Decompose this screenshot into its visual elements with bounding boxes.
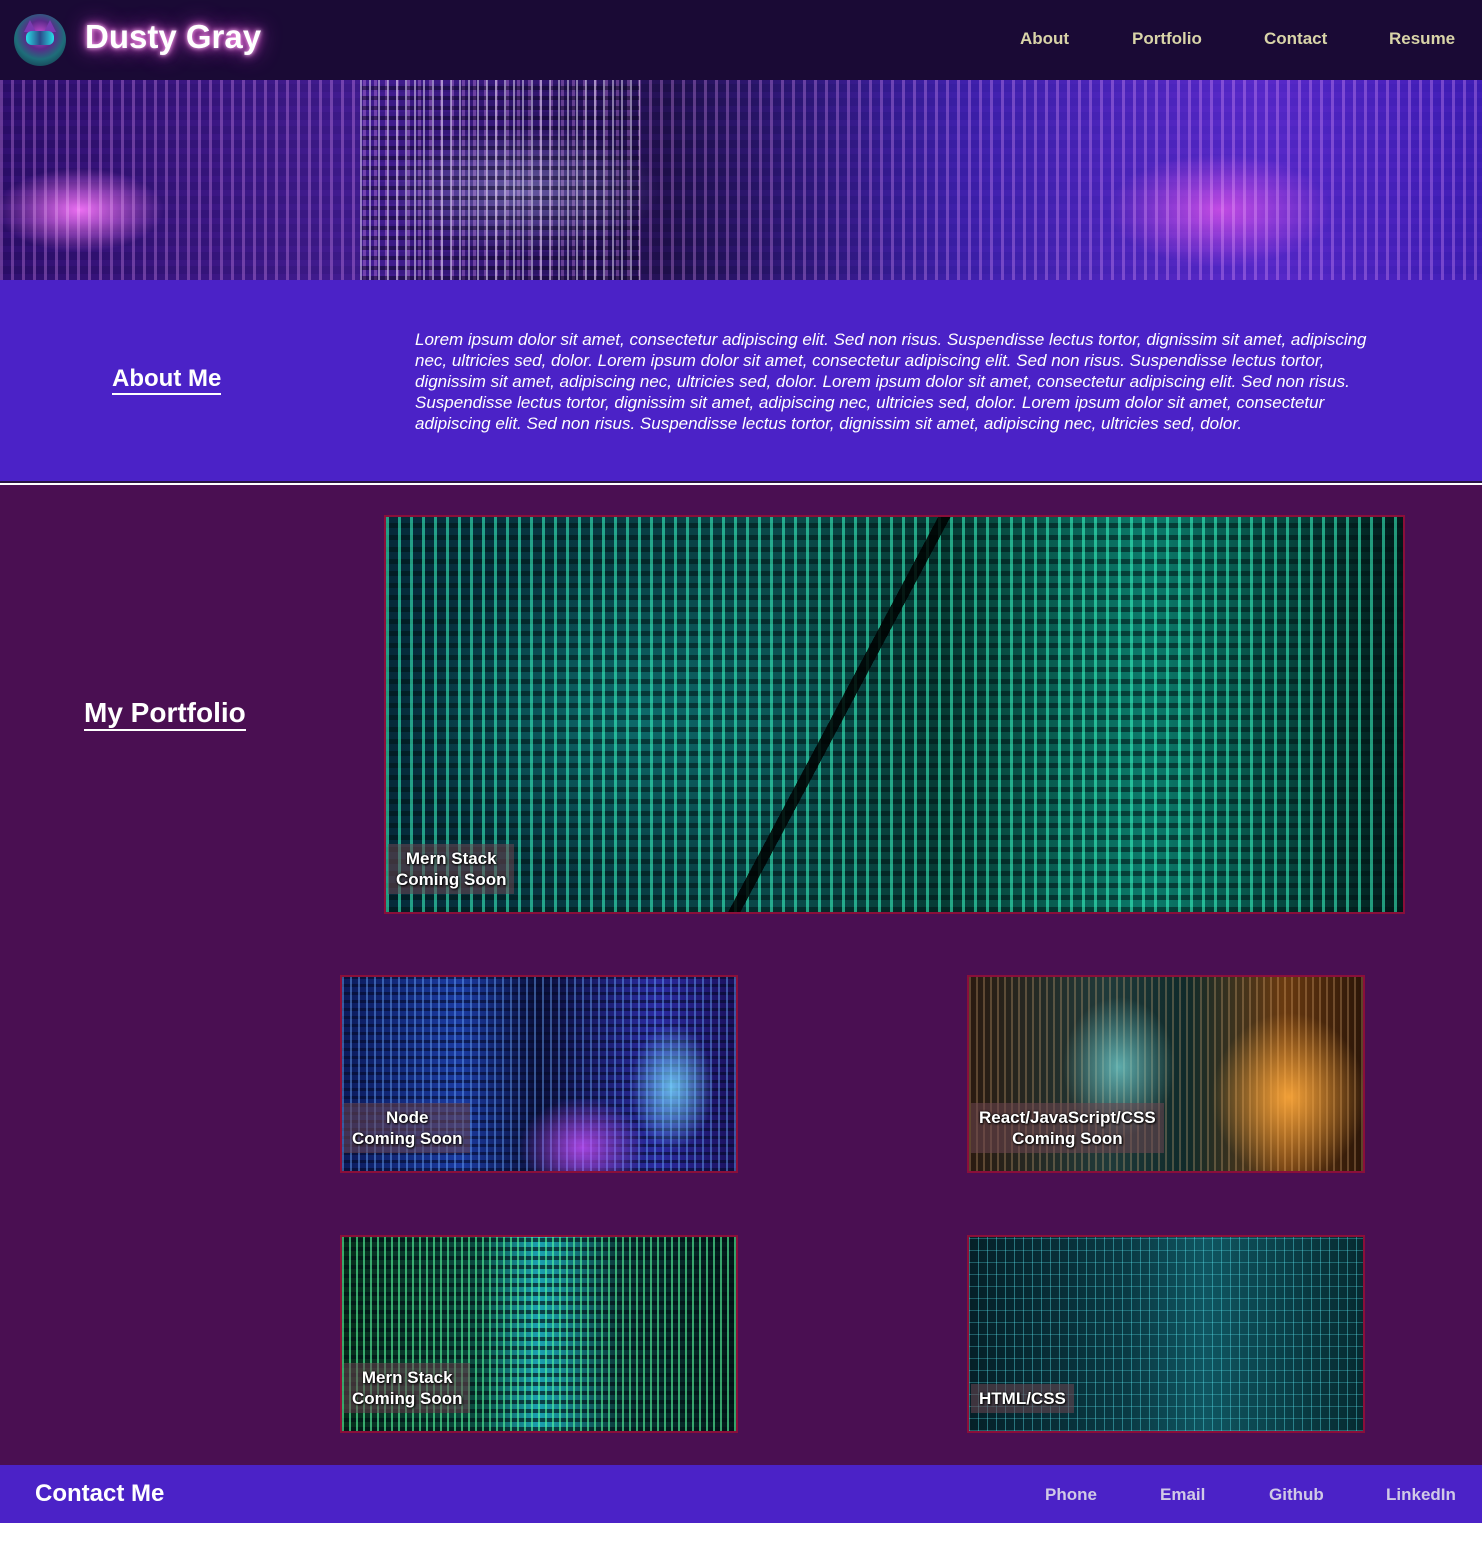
nav-link-about[interactable]: About xyxy=(1020,29,1069,49)
portfolio-heading: My Portfolio xyxy=(84,697,246,731)
project-caption: Node Coming Soon xyxy=(344,1103,471,1153)
footer-link-github[interactable]: Github xyxy=(1269,1485,1324,1505)
project-card[interactable]: Mern Stack Coming Soon xyxy=(340,1235,738,1433)
project-card[interactable]: HTML/CSS xyxy=(967,1235,1365,1433)
portfolio-section: My Portfolio Mern Stack Coming Soon Node… xyxy=(0,485,1482,1465)
project-caption: Mern Stack Coming Soon xyxy=(388,844,515,894)
project-card[interactable]: React/JavaScript/CSS Coming Soon xyxy=(967,975,1365,1173)
footer-link-linkedin[interactable]: LinkedIn xyxy=(1386,1485,1456,1505)
footer-link-phone[interactable]: Phone xyxy=(1045,1485,1097,1505)
project-caption: React/JavaScript/CSS Coming Soon xyxy=(971,1103,1164,1153)
project-title: Mern Stack xyxy=(405,849,497,868)
project-title: Node xyxy=(385,1108,429,1127)
project-status: Coming Soon xyxy=(352,1389,463,1408)
nav-link-contact[interactable]: Contact xyxy=(1264,29,1327,49)
contact-footer: Contact Me Phone Email Github LinkedIn xyxy=(0,1465,1482,1523)
project-title: HTML/CSS xyxy=(979,1389,1066,1408)
project-image xyxy=(386,517,1403,912)
project-caption: HTML/CSS xyxy=(971,1384,1074,1413)
about-heading: About Me xyxy=(112,365,222,395)
project-status: Coming Soon xyxy=(1012,1129,1123,1148)
site-header: Dusty Gray About Portfolio Contact Resum… xyxy=(0,0,1482,80)
hero-banner-image xyxy=(0,80,1482,280)
project-card[interactable]: Node Coming Soon xyxy=(340,975,738,1173)
about-section: About Me Lorem ipsum dolor sit amet, con… xyxy=(0,280,1482,483)
project-title: Mern Stack xyxy=(361,1368,453,1387)
main-nav: About Portfolio Contact Resume xyxy=(0,0,1482,80)
project-card-featured[interactable]: Mern Stack Coming Soon xyxy=(384,515,1405,914)
project-status: Coming Soon xyxy=(396,870,507,889)
project-status: Coming Soon xyxy=(352,1129,463,1148)
footer-link-email[interactable]: Email xyxy=(1160,1485,1205,1505)
nav-link-portfolio[interactable]: Portfolio xyxy=(1132,29,1202,49)
nav-link-resume[interactable]: Resume xyxy=(1389,29,1455,49)
project-title: React/JavaScript/CSS xyxy=(979,1108,1156,1127)
about-body: Lorem ipsum dolor sit amet, consectetur … xyxy=(415,330,1367,433)
contact-heading: Contact Me xyxy=(35,1480,165,1507)
project-caption: Mern Stack Coming Soon xyxy=(344,1363,471,1413)
